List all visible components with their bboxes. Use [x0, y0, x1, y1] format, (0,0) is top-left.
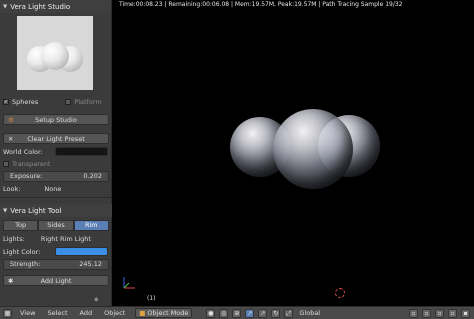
clear-light-preset-button[interactable]: ✕ Clear Light Preset: [3, 133, 109, 144]
object-mode-label: Object Mode: [147, 309, 189, 317]
panel-divider: [0, 197, 112, 198]
platform-checkbox[interactable]: [65, 98, 72, 105]
light-tool-panel-title: Vera Light Tool: [10, 206, 62, 215]
tab-top[interactable]: Top: [3, 220, 39, 231]
strength-value: 245.12: [79, 260, 102, 268]
layer-button-icon[interactable]: ▫: [422, 308, 431, 318]
look-label: Look:: [3, 184, 21, 193]
strength-field[interactable]: Strength: 245.12: [3, 259, 109, 270]
exposure-label: Exposure:: [10, 172, 43, 180]
layer-button-icon[interactable]: ▫: [448, 308, 457, 318]
lights-row: Lights: Right Rim Light: [3, 233, 108, 244]
world-color-label: World Color:: [3, 147, 43, 156]
pivot-point-icon[interactable]: ◎: [219, 308, 229, 318]
transparent-label: Transparent: [12, 159, 51, 168]
viewport-shading-icon[interactable]: ●: [206, 308, 216, 318]
setup-studio-label: Setup Studio: [35, 116, 77, 124]
light-bulb-icon: ✱: [8, 277, 14, 285]
clear-light-preset-label: Clear Light Preset: [27, 135, 85, 143]
collapse-triangle-icon[interactable]: ▼: [3, 4, 7, 10]
3d-cursor-icon[interactable]: [335, 288, 345, 298]
menu-add[interactable]: Add: [74, 309, 99, 317]
snap-icon[interactable]: ⊕: [232, 308, 242, 318]
move-manipulator-icon[interactable]: ↗: [258, 308, 268, 318]
exposure-field[interactable]: Exposure: 0.202: [3, 171, 109, 182]
look-row: Look: None: [3, 183, 108, 194]
rotate-manipulator-icon[interactable]: ↻: [271, 308, 281, 318]
setup-studio-button[interactable]: ⚙ Setup Studio: [3, 114, 109, 125]
scale-manipulator-icon[interactable]: ⤢: [284, 308, 294, 318]
transparent-checkbox[interactable]: [3, 160, 9, 167]
menu-select[interactable]: Select: [41, 309, 73, 317]
menu-object[interactable]: Object: [98, 309, 131, 317]
axis-gizmo-icon: [123, 277, 135, 289]
studio-setup-icon: ⚙: [8, 116, 14, 124]
studio-preview-thumbnail[interactable]: [17, 16, 93, 90]
menu-view[interactable]: View: [14, 309, 41, 317]
editor-type-icon[interactable]: ▦: [3, 308, 12, 318]
transform-orientation-dropdown[interactable]: Global: [299, 309, 320, 317]
close-icon: ✕: [8, 135, 14, 143]
studio-panel-title: Vera Light Studio: [10, 2, 71, 11]
light-color-label: Light Color:: [3, 247, 41, 256]
studio-options-row: ✓ Spheres Platform: [3, 96, 108, 107]
spheres-checkbox[interactable]: ✓: [3, 98, 9, 105]
3d-viewport[interactable]: Time:00:08.23 | Remaining:00:06.08 | Mem…: [113, 0, 474, 306]
exposure-value: 0.202: [83, 172, 102, 180]
render-sphere-center: [273, 109, 353, 189]
tab-sides[interactable]: Sides: [38, 220, 74, 231]
world-color-swatch[interactable]: [55, 147, 108, 156]
light-tool-panel-header[interactable]: ▼ Vera Light Tool: [0, 204, 112, 217]
preview-sphere: [41, 42, 69, 70]
object-mode-icon: ■: [139, 309, 146, 317]
collapse-triangle-icon[interactable]: ▼: [3, 208, 7, 214]
manipulator-toggle-icon[interactable]: ↗: [245, 308, 255, 318]
viewport-header-bar: ▦ View Select Add Object ■ Object Mode ●…: [0, 306, 474, 319]
lock-icon[interactable]: ▪: [461, 308, 470, 318]
object-mode-dropdown[interactable]: ■ Object Mode: [135, 308, 193, 318]
add-light-label: Add Light: [40, 277, 72, 285]
tab-rim[interactable]: Rim: [73, 220, 109, 231]
light-color-swatch[interactable]: [55, 247, 108, 256]
lights-dropdown[interactable]: Right Rim Light: [41, 235, 91, 243]
platform-label: Platform: [74, 97, 102, 106]
strength-label: Strength:: [10, 260, 41, 268]
frame-number: (1): [147, 295, 156, 302]
render-stats-text: Time:00:08.23 | Remaining:00:06.08 | Mem…: [119, 1, 403, 8]
add-light-button[interactable]: ✱ Add Light: [3, 275, 109, 286]
layer-button-icon[interactable]: ▫: [435, 308, 444, 318]
tool-sidebar: ▼ Vera Light Studio ✓ Spheres Platform ⚙…: [0, 0, 112, 306]
light-position-tabs: Top Sides Rim: [3, 220, 109, 231]
look-dropdown[interactable]: None: [44, 185, 61, 193]
spheres-label: Spheres: [12, 97, 39, 106]
lights-label: Lights:: [3, 234, 25, 243]
transparent-row: Transparent: [3, 158, 108, 169]
panel-resize-handle-icon[interactable]: ◆: [94, 296, 99, 303]
studio-panel-header[interactable]: ▼ Vera Light Studio: [0, 0, 111, 13]
layer-button-icon[interactable]: ▫: [409, 308, 418, 318]
